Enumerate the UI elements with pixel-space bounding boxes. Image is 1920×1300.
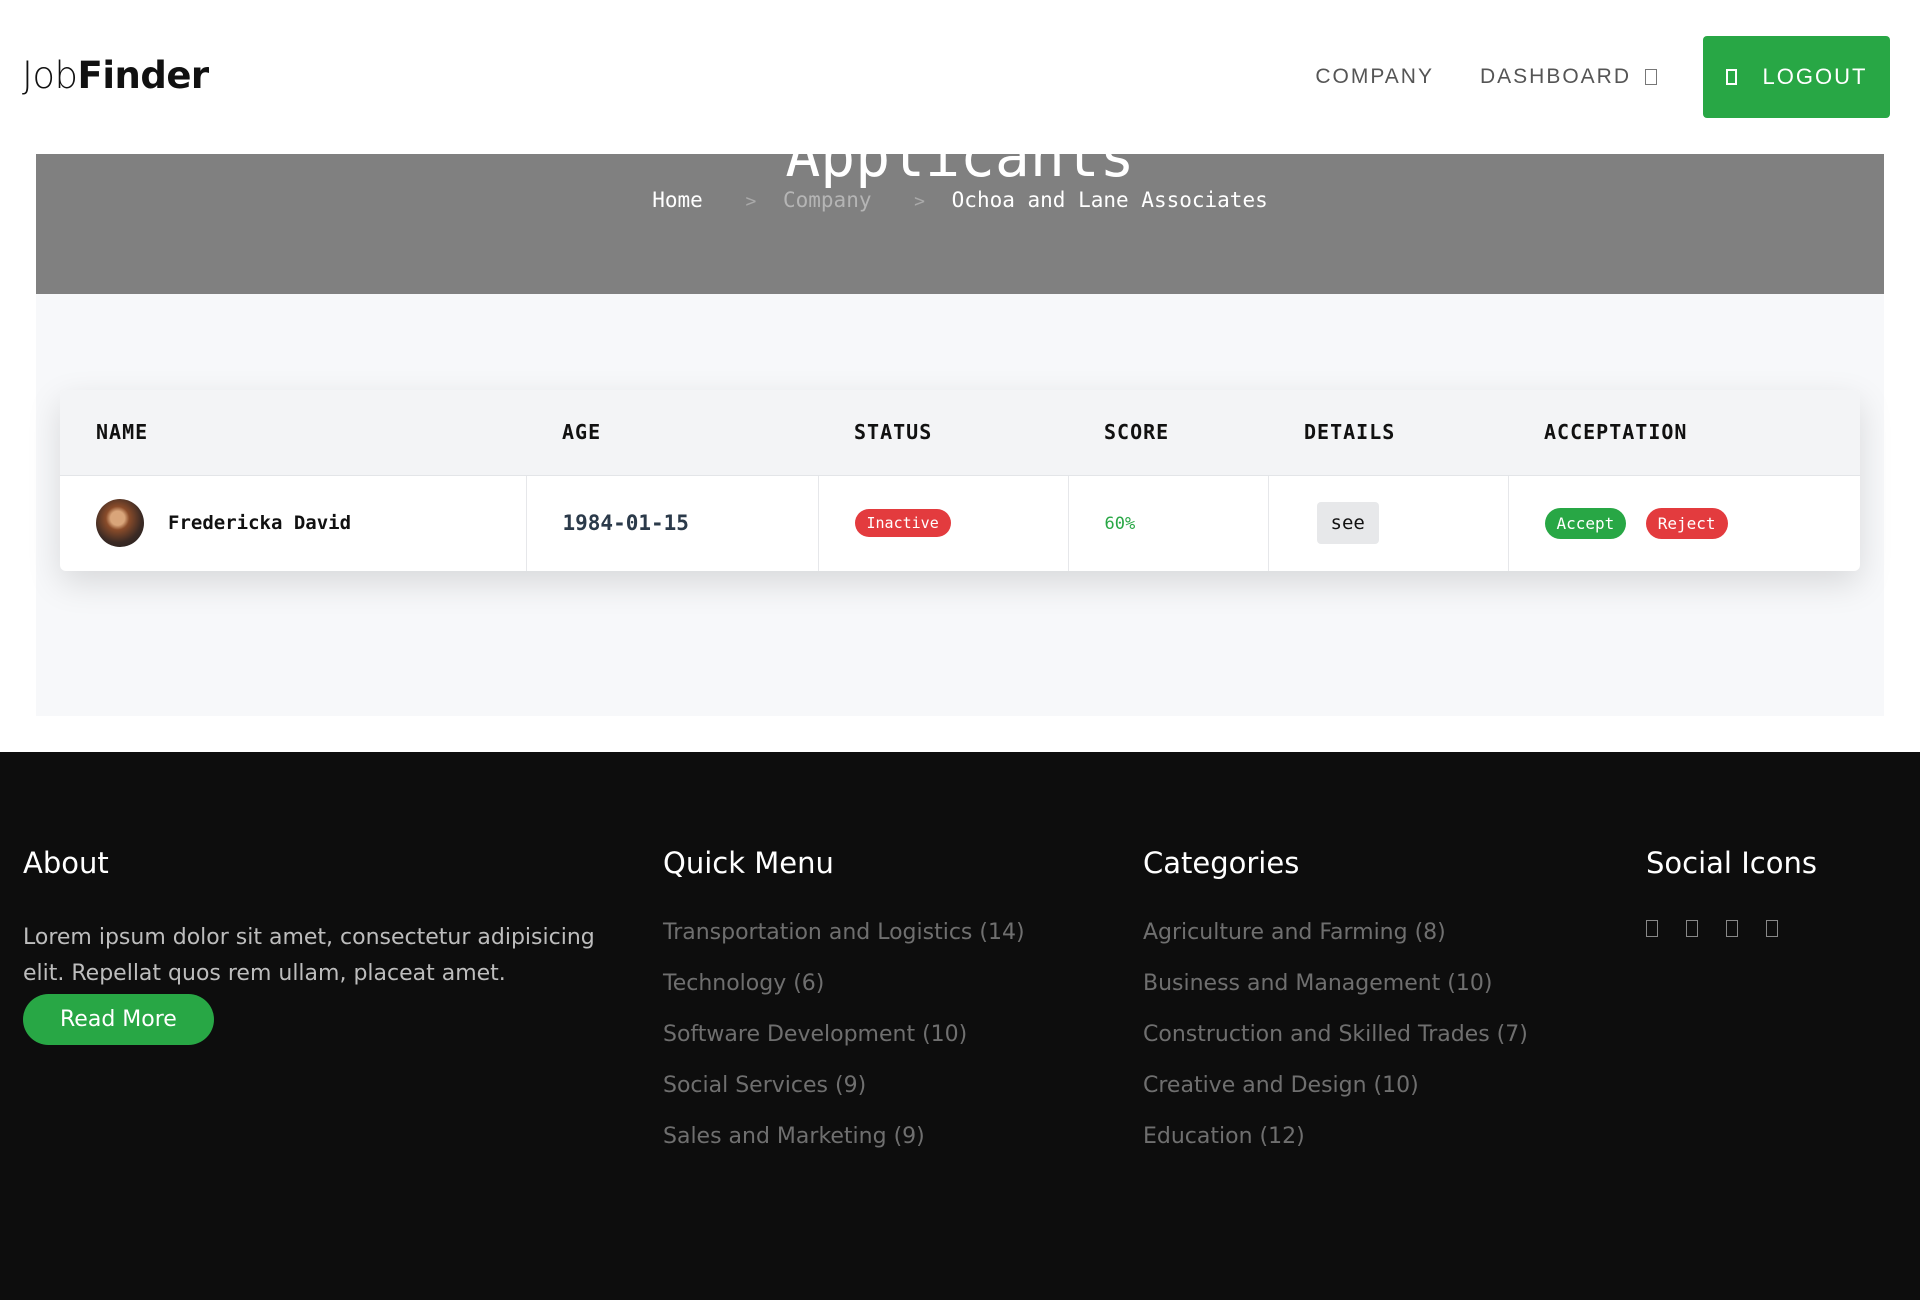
chevron-down-icon [1645, 69, 1657, 85]
column-header-acceptation: ACCEPTATION [1508, 390, 1860, 476]
status-badge: Inactive [854, 509, 951, 538]
name-cell: Fredericka David [60, 475, 527, 571]
breadcrumb-home[interactable]: Home [652, 188, 703, 212]
column-header-name: NAME [60, 390, 526, 476]
avatar [96, 499, 144, 548]
social-icons [1646, 920, 1817, 937]
footer-about: About Lorem ipsum dolor sit amet, consec… [23, 846, 623, 1045]
read-more-button[interactable]: Read More [23, 994, 214, 1045]
table-header-row: NAME AGE STATUS SCORE DETAILS ACCEPTATIO… [60, 390, 1860, 476]
quick-menu-item[interactable]: Social Services (9) [663, 1073, 1025, 1124]
column-header-status: STATUS [818, 390, 1068, 476]
main-nav: COMPANY DASHBOARD LOGOUT [1315, 36, 1890, 118]
nav-company-link[interactable]: COMPANY [1315, 65, 1434, 89]
quick-menu-item[interactable]: Sales and Marketing (9) [663, 1124, 1025, 1175]
category-item[interactable]: Agriculture and Farming (8) [1143, 920, 1528, 971]
breadcrumb: Home > Company > Ochoa and Lane Associat… [36, 188, 1884, 212]
logout-label: LOGOUT [1762, 64, 1868, 89]
category-item[interactable]: Construction and Skilled Trades (7) [1143, 1022, 1528, 1073]
category-item[interactable]: Education (12) [1143, 1124, 1528, 1175]
applicants-section: NAME AGE STATUS SCORE DETAILS ACCEPTATIO… [36, 294, 1884, 716]
logo-light-text: Job [22, 54, 78, 97]
table-row: Fredericka David 1984-01-15 Inactive 60%… [60, 475, 1860, 571]
score-value: 60% [1104, 514, 1136, 535]
acceptation-cell: Accept Reject [1508, 475, 1860, 571]
applicants-table-card: NAME AGE STATUS SCORE DETAILS ACCEPTATIO… [60, 390, 1860, 571]
page-title: Applicants [785, 154, 1135, 190]
status-cell: Inactive [818, 475, 1069, 571]
column-header-age: AGE [526, 390, 818, 476]
footer-social: Social Icons [1646, 846, 1817, 937]
hero-banner: Applicants Home > Company > Ochoa and La… [36, 154, 1884, 294]
footer-quick-menu: Quick Menu Transportation and Logistics … [663, 846, 1025, 1175]
quick-menu-item[interactable]: Transportation and Logistics (14) [663, 920, 1025, 971]
nav-dashboard-label: DASHBOARD [1479, 65, 1631, 88]
breadcrumb-separator-icon: > [914, 191, 925, 212]
site-footer: About Lorem ipsum dolor sit amet, consec… [0, 752, 1920, 1300]
facebook-icon[interactable] [1646, 920, 1658, 937]
footer-categories: Categories Agriculture and Farming (8) B… [1143, 846, 1528, 1175]
column-header-score: SCORE [1068, 390, 1268, 476]
applicants-table: NAME AGE STATUS SCORE DETAILS ACCEPTATIO… [60, 390, 1860, 571]
footer-about-title: About [23, 846, 109, 880]
site-header: JobFinder COMPANY DASHBOARD LOGOUT [0, 0, 1920, 154]
reject-button[interactable]: Reject [1645, 507, 1728, 539]
logout-icon [1725, 69, 1737, 85]
quick-menu-item[interactable]: Technology (6) [663, 971, 1025, 1022]
breadcrumb-separator-icon: > [745, 191, 757, 212]
category-item[interactable]: Creative and Design (10) [1143, 1073, 1528, 1124]
score-cell: 60% [1068, 475, 1269, 571]
linkedin-icon[interactable] [1766, 920, 1778, 937]
footer-about-text: Lorem ipsum dolor sit amet, consectetur … [23, 925, 595, 986]
breadcrumb-company[interactable]: Company [783, 188, 872, 212]
footer-social-title: Social Icons [1646, 846, 1817, 880]
accept-button[interactable]: Accept [1544, 507, 1627, 539]
category-item[interactable]: Business and Management (10) [1143, 971, 1528, 1022]
applicant-birthdate: 1984-01-15 [562, 511, 689, 536]
column-header-details: DETAILS [1268, 390, 1508, 476]
nav-dashboard-dropdown[interactable]: DASHBOARD [1480, 65, 1657, 89]
logout-button[interactable]: LOGOUT [1703, 36, 1890, 118]
breadcrumb-current: Ochoa and Lane Associates [951, 188, 1268, 212]
site-logo[interactable]: JobFinder [22, 54, 209, 97]
twitter-icon[interactable] [1686, 920, 1698, 937]
nav-company-label: COMPANY [1315, 65, 1434, 88]
quick-menu-item[interactable]: Software Development (10) [663, 1022, 1025, 1073]
logo-bold-text: Finder [77, 54, 210, 97]
details-cell: see [1268, 475, 1509, 571]
see-details-button[interactable]: see [1316, 502, 1379, 545]
age-cell: 1984-01-15 [526, 475, 819, 571]
applicant-name: Fredericka David [168, 512, 352, 535]
footer-quick-menu-title: Quick Menu [663, 846, 834, 880]
instagram-icon[interactable] [1726, 920, 1738, 937]
footer-categories-title: Categories [1143, 846, 1300, 880]
